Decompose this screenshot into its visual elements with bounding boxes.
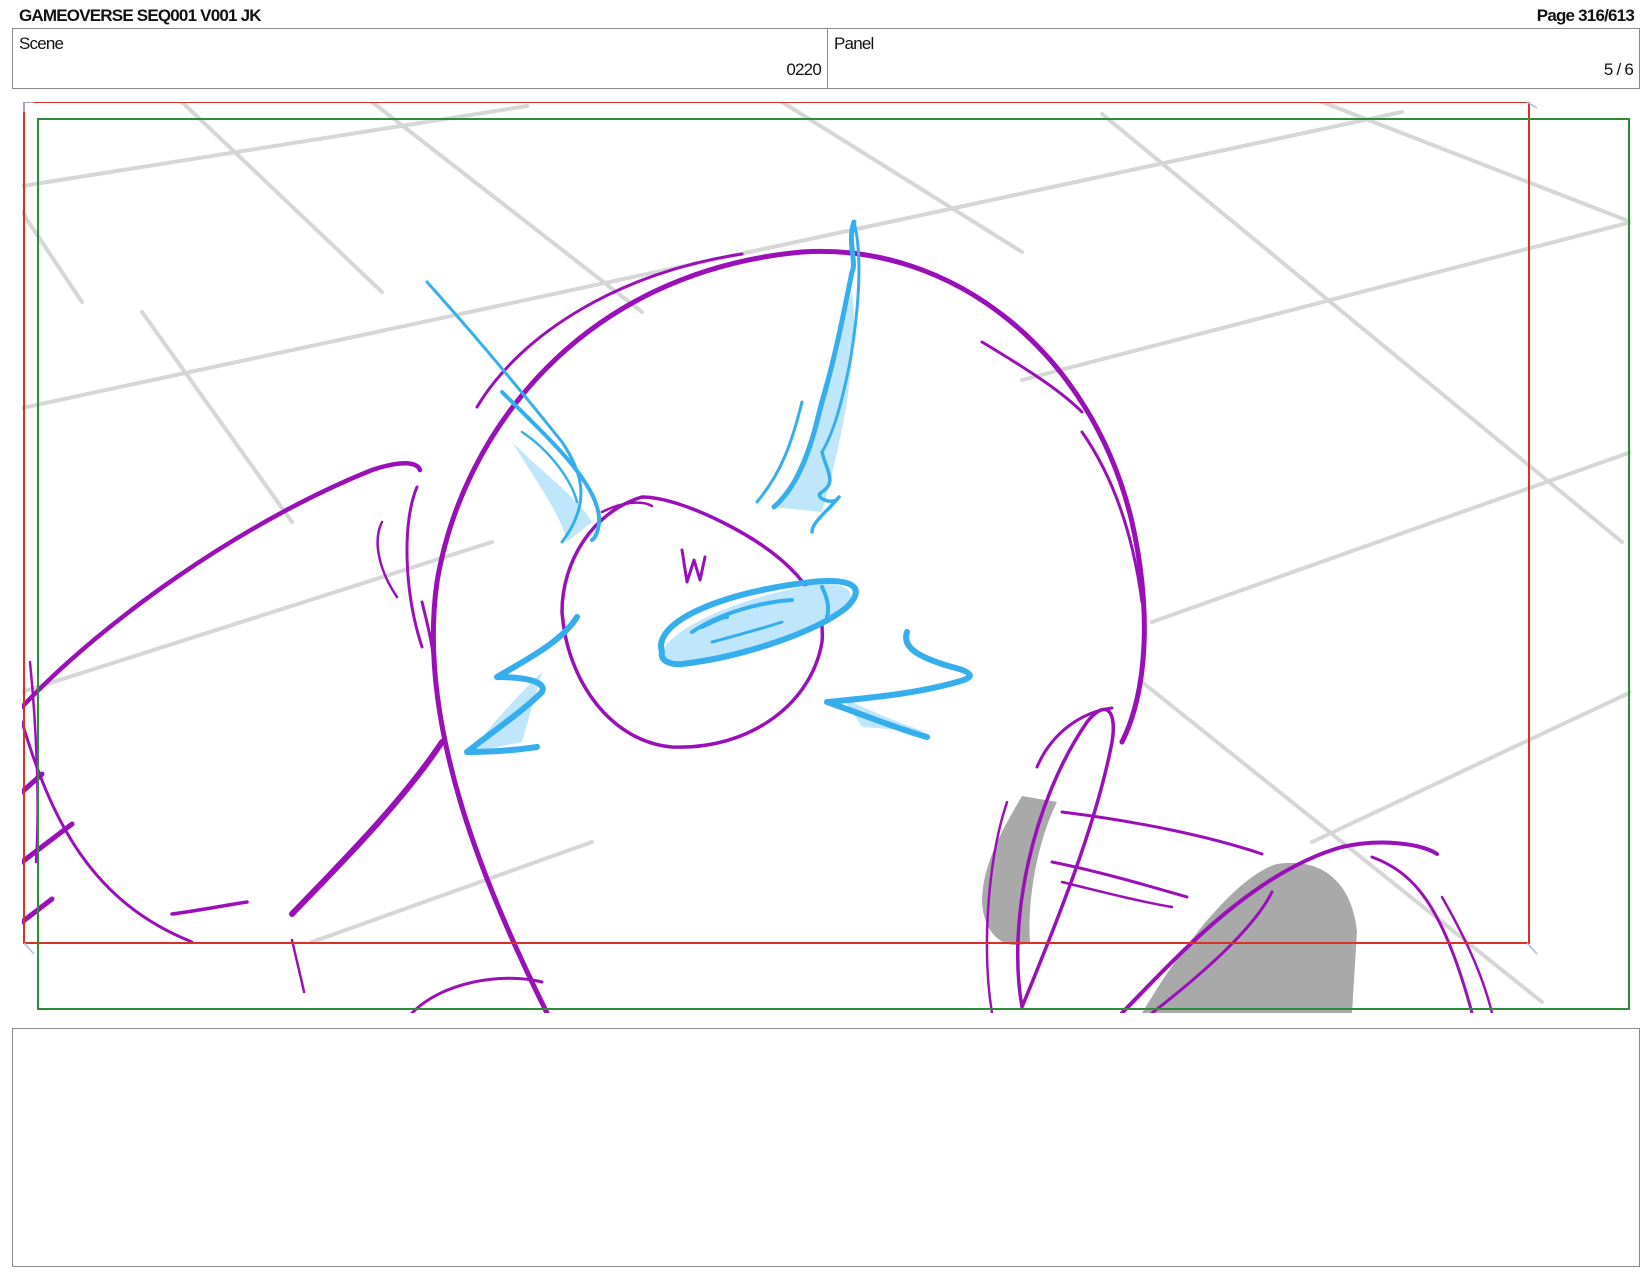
accent-linework xyxy=(425,219,973,755)
camera-frames xyxy=(23,102,1630,1010)
panel-value: 5 / 6 xyxy=(1603,60,1634,79)
panel-label: Panel xyxy=(834,34,874,53)
panel-info-table: Scene 0220 Panel 5 / 6 xyxy=(12,28,1640,89)
scene-label: Scene xyxy=(19,34,64,53)
panel-cell: Panel 5 / 6 xyxy=(828,29,1639,88)
scene-value: 0220 xyxy=(786,60,821,79)
document-title: GAMEOVERSE SEQ001 V001 JK xyxy=(19,6,262,25)
page-number: Page 316/613 xyxy=(1536,6,1635,25)
storyboard-sketch xyxy=(22,102,1631,1013)
panel-notes-box xyxy=(12,1028,1640,1267)
scene-cell: Scene 0220 xyxy=(13,29,828,88)
storyboard-panel-image xyxy=(22,102,1631,1013)
perspective-grid xyxy=(22,102,1631,1004)
safe-frame xyxy=(23,102,1530,944)
